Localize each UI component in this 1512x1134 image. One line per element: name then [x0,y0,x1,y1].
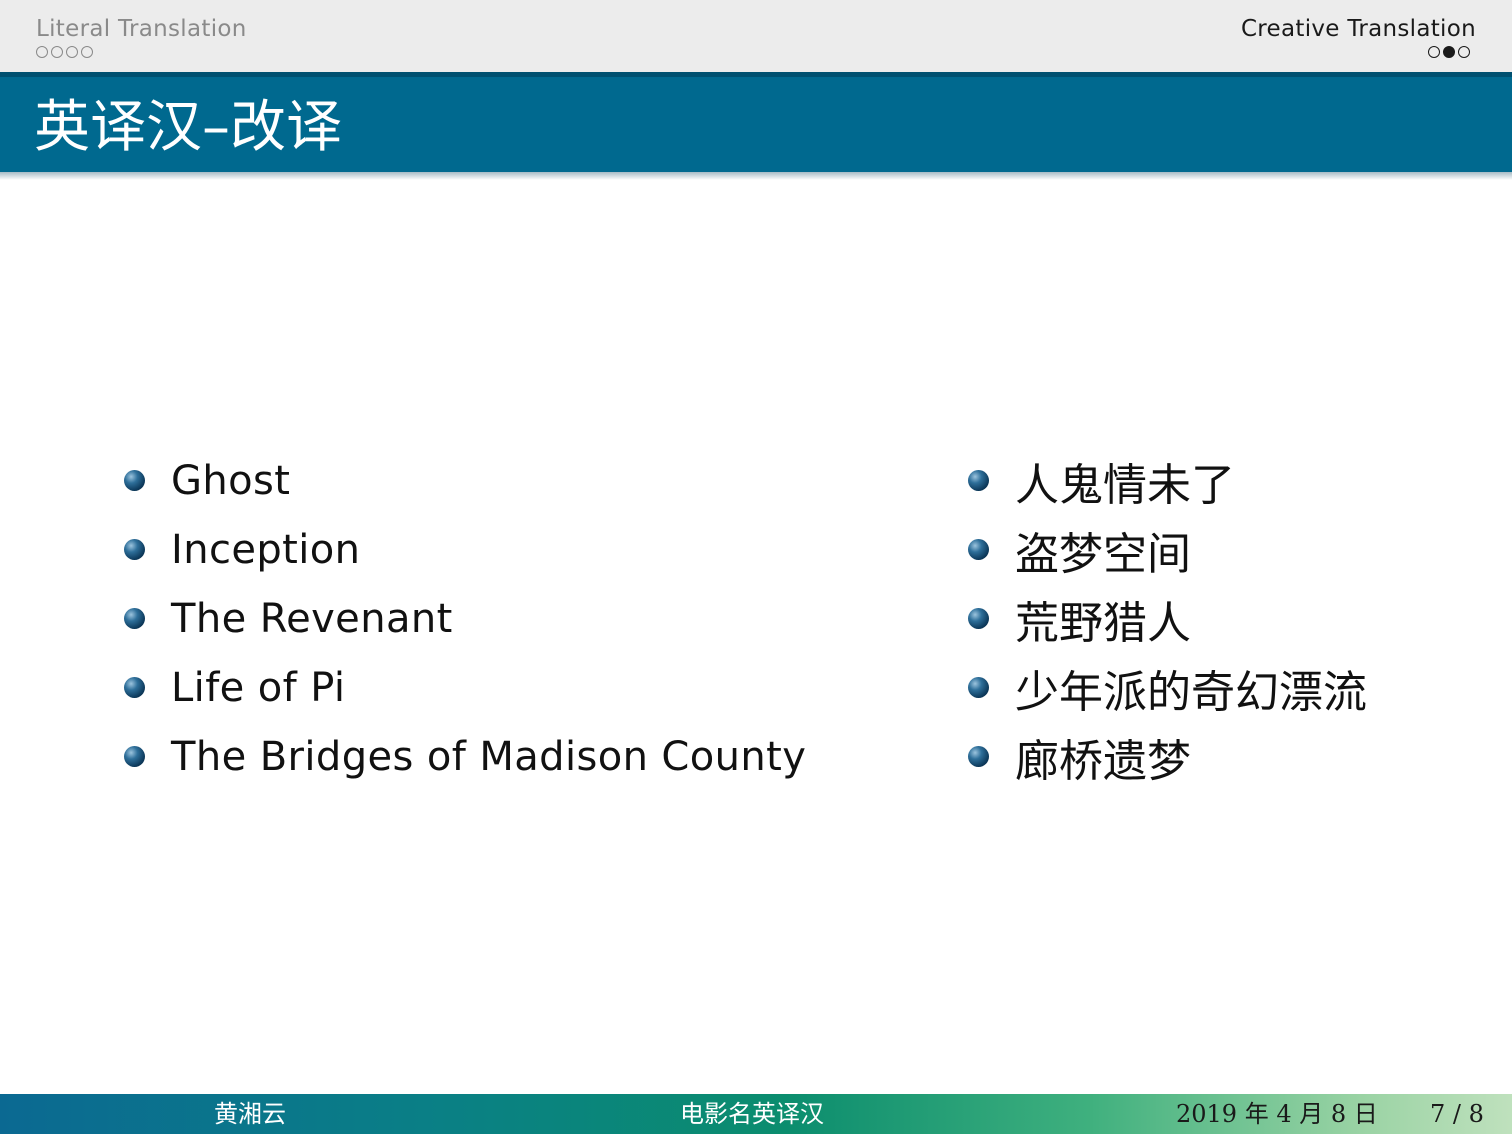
list-item: The Bridges of Madison County [124,722,806,791]
list-item: The Revenant [124,584,806,653]
slide-dot-current[interactable] [1443,46,1455,58]
chinese-title: 人鬼情未了 [1015,459,1235,511]
slide-dot[interactable] [36,46,48,58]
chinese-title: 廊桥遗梦 [1015,735,1191,787]
footer-short-title: 电影名英译汉 [680,1100,824,1128]
slide-dot[interactable] [81,46,93,58]
list-item: 盗梦空间 [968,515,1367,584]
slide-dot[interactable] [51,46,63,58]
title-bar-shadow [0,172,1512,180]
section-navigation: Literal Translation Creative Translation [0,0,1512,72]
nav-section-label[interactable]: Creative Translation [1241,14,1476,44]
bullet-ball-icon [968,677,989,698]
list-item: Ghost [124,446,806,515]
english-title-list: Ghost Inception The Revenant Life of Pi … [124,446,806,791]
english-title: The Bridges of Madison County [171,733,807,780]
slide-dot[interactable] [1458,46,1470,58]
bullet-ball-icon [124,470,145,491]
chinese-title: 少年派的奇幻漂流 [1015,666,1367,718]
english-title: Life of Pi [171,664,346,711]
bullet-ball-icon [124,608,145,629]
frame-title-bar: 英译汉–改译 [0,72,1512,172]
list-item: 少年派的奇幻漂流 [968,653,1367,722]
chinese-title: 盗梦空间 [1015,528,1191,580]
nav-section-literal[interactable]: Literal Translation [36,14,247,58]
nav-section-label[interactable]: Literal Translation [36,14,247,44]
bullet-ball-icon [968,470,989,491]
bullet-ball-icon [124,677,145,698]
bullet-ball-icon [968,539,989,560]
slide-dot[interactable] [1428,46,1440,58]
nav-slide-dots [1241,46,1470,58]
slide: Literal Translation Creative Translation… [0,0,1512,1134]
nav-slide-dots [36,46,247,58]
list-item: 廊桥遗梦 [968,722,1367,791]
footer-date: 2019 年 4 月 8 日 [1176,1100,1378,1128]
english-title: The Revenant [171,595,453,642]
footer-bar: 黄湘云 电影名英译汉 2019 年 4 月 8 日 7 / 8 [0,1094,1512,1134]
bullet-ball-icon [968,608,989,629]
english-title: Ghost [171,457,291,504]
list-item: 人鬼情未了 [968,446,1367,515]
footer-author: 黄湘云 [214,1100,286,1128]
list-item: 荒野猎人 [968,584,1367,653]
bullet-ball-icon [968,746,989,767]
slide-dot[interactable] [66,46,78,58]
frame-title: 英译汉–改译 [34,95,342,160]
bullet-ball-icon [124,746,145,767]
nav-section-creative[interactable]: Creative Translation [1241,14,1476,58]
bullet-ball-icon [124,539,145,560]
footer-page-number: 7 / 8 [1430,1100,1484,1128]
list-item: Life of Pi [124,653,806,722]
chinese-title: 荒野猎人 [1015,597,1191,649]
english-title: Inception [171,526,361,573]
chinese-title-list: 人鬼情未了 盗梦空间 荒野猎人 少年派的奇幻漂流 廊桥遗梦 [968,446,1367,791]
list-item: Inception [124,515,806,584]
